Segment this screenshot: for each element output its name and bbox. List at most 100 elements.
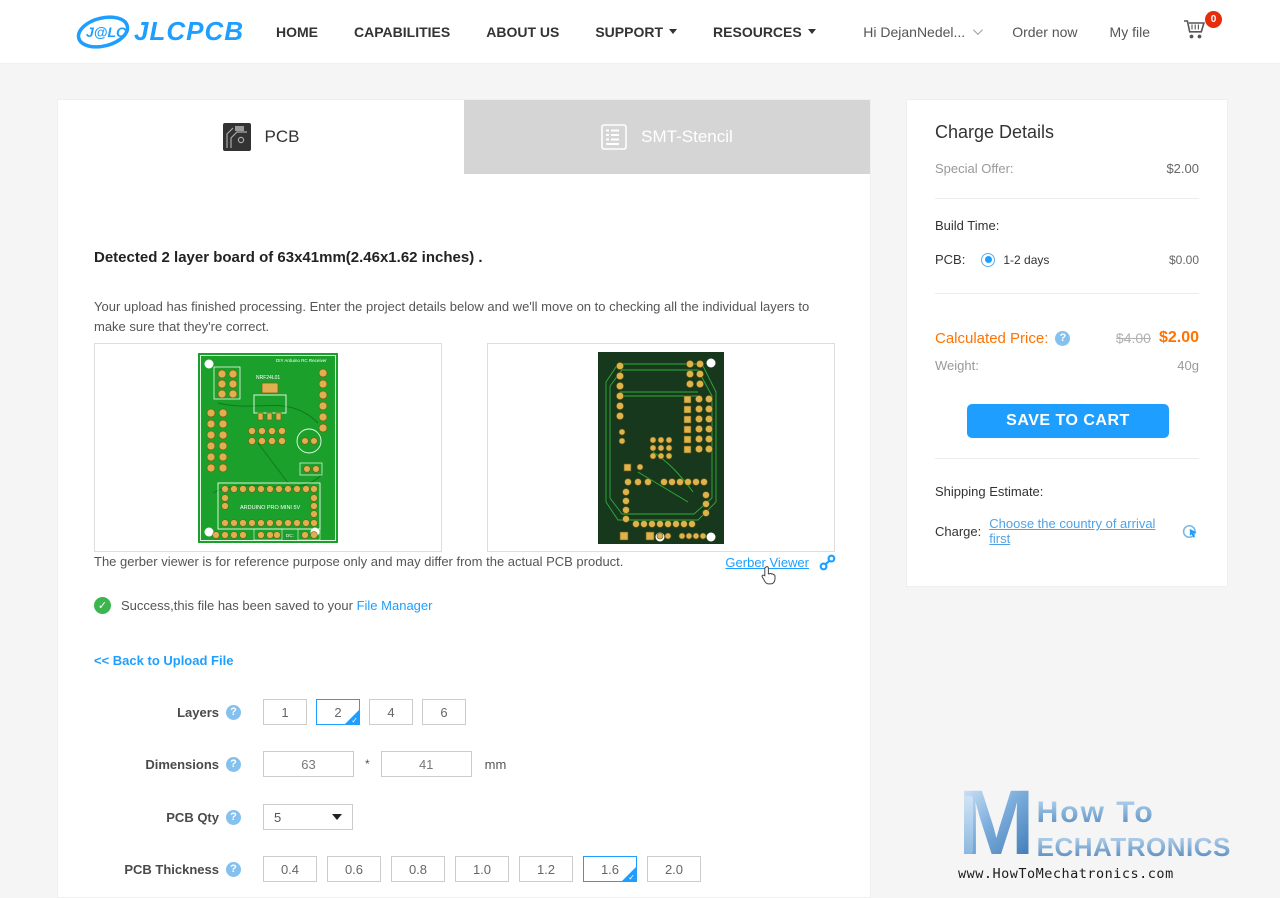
save-to-cart-button[interactable]: SAVE TO CART [967, 404, 1169, 438]
pcb-qty-value: 5 [274, 810, 281, 825]
layers-option-1[interactable]: 1 [263, 699, 307, 725]
watermark-line2: ECHATRONICS [1037, 832, 1231, 863]
tab-smt-stencil[interactable]: SMT-Stencil [464, 100, 870, 174]
thickness-option-0.4[interactable]: 0.4 [263, 856, 317, 882]
build-time-row: Build Time: [935, 218, 1199, 233]
pcb-qty-row: PCB Qty 5 [94, 803, 353, 831]
success-text: Success,this file has been saved to your [121, 598, 353, 613]
link-chain-icon[interactable] [819, 554, 836, 571]
nav-resources[interactable]: RESOURCES [713, 24, 816, 40]
thickness-option-1.0[interactable]: 1.0 [455, 856, 509, 882]
gerber-note-row: The gerber viewer is for reference purpo… [94, 554, 836, 571]
shipping-charge-row: Charge: Choose the country of arrival fi… [935, 516, 1199, 546]
special-offer-row: Special Offer: $2.00 [935, 161, 1199, 176]
new-price: $2.00 [1159, 329, 1199, 347]
divider [935, 293, 1199, 294]
build-time-radio-selected[interactable] [981, 253, 995, 267]
charge-details-panel: Charge Details Special Offer: $2.00 Buil… [906, 99, 1228, 587]
question-icon[interactable] [226, 810, 241, 825]
dimensions-label: Dimensions [145, 757, 219, 772]
gerber-note: The gerber viewer is for reference purpo… [94, 554, 623, 569]
dropdown-caret-icon [332, 814, 342, 820]
my-file-link[interactable]: My file [1110, 24, 1150, 40]
svg-text:J@LC: J@LC [86, 24, 127, 40]
svg-text:DIY Arduino RC Receiver: DIY Arduino RC Receiver [276, 358, 327, 363]
globe-cursor-icon [1182, 523, 1199, 540]
tab-pcb-label: PCB [265, 127, 300, 147]
pcb-back-preview [487, 343, 835, 552]
thickness-option-2.0[interactable]: 2.0 [647, 856, 701, 882]
question-icon[interactable] [1055, 331, 1070, 346]
divider [935, 458, 1199, 459]
file-manager-link[interactable]: File Manager [357, 598, 433, 613]
build-time-option: 1-2 days [1003, 253, 1049, 267]
dimensions-separator: * [365, 757, 370, 771]
svg-text:ARDUINO PRO MINI 5V: ARDUINO PRO MINI 5V [240, 505, 301, 511]
dimension-width-input[interactable] [263, 751, 354, 777]
pcb-tab-icon [223, 123, 251, 151]
smt-stencil-icon [601, 124, 627, 150]
layers-option-2-selected[interactable]: 2 [316, 699, 360, 725]
old-price: $4.00 [1116, 330, 1151, 346]
layers-option-4[interactable]: 4 [369, 699, 413, 725]
layers-label: Layers [177, 705, 219, 720]
pcb-qty-select[interactable]: 5 [263, 804, 353, 830]
detected-board-heading: Detected 2 layer board of 63x41mm(2.46x1… [94, 249, 483, 266]
header-right: Hi DejanNedel... Order now My file 0 [863, 18, 1216, 45]
layers-option-6[interactable]: 6 [422, 699, 466, 725]
success-check-icon: ✓ [94, 597, 111, 614]
nav-support[interactable]: SUPPORT [595, 24, 677, 40]
watermark-piston-decoration [964, 796, 973, 854]
pcb-qty-label: PCB Qty [166, 810, 219, 825]
top-navigation-bar: J@LC JLCPCB HOME CAPABILITIES ABOUT US S… [0, 0, 1280, 64]
watermark-url: www.HowToMechatronics.com [958, 866, 1220, 882]
cart-icon [1182, 18, 1208, 40]
weight-value: 40g [1177, 358, 1199, 373]
pcb-thickness-row: PCB Thickness 0.4 0.6 0.8 1.0 1.2 1.6 2.… [94, 855, 701, 883]
cursor-pointer-icon [761, 566, 776, 585]
pcb-back-image [598, 352, 724, 544]
pcb-build-time-row: PCB: 1-2 days $0.00 [935, 252, 1199, 267]
logo-text: JLCPCB [134, 16, 244, 47]
order-panel: PCB SMT-Stencil Detected 2 layer board o… [57, 99, 871, 898]
user-menu[interactable]: Hi DejanNedel... [863, 24, 980, 40]
question-icon[interactable] [226, 862, 241, 877]
thickness-option-0.6[interactable]: 0.6 [327, 856, 381, 882]
shipping-estimate-label: Shipping Estimate: [935, 484, 1043, 499]
upload-note: Your upload has finished processing. Ent… [94, 297, 836, 337]
question-icon[interactable] [226, 757, 241, 772]
tab-pcb[interactable]: PCB [58, 100, 464, 174]
question-icon[interactable] [226, 705, 241, 720]
choose-country-link[interactable]: Choose the country of arrival first [989, 516, 1177, 546]
divider [935, 198, 1199, 199]
thickness-option-1.6-selected[interactable]: 1.6 [583, 856, 637, 882]
watermark-line1: How To [1037, 796, 1231, 830]
order-now-link[interactable]: Order now [1012, 24, 1077, 40]
nav-capabilities[interactable]: CAPABILITIES [354, 24, 450, 40]
cart-button[interactable]: 0 [1182, 18, 1216, 45]
dimension-height-input[interactable] [381, 751, 472, 777]
chevron-down-icon [669, 29, 677, 34]
jlcpcb-logo[interactable]: J@LC JLCPCB [76, 12, 244, 52]
weight-label: Weight: [935, 358, 979, 373]
page: J@LC JLCPCB HOME CAPABILITIES ABOUT US S… [0, 0, 1280, 898]
nav-home[interactable]: HOME [276, 24, 318, 40]
calculated-price-label: Calculated Price: [935, 330, 1048, 347]
pcb-front-image: DIY Arduino RC Receiver NRF24L01 [198, 353, 338, 543]
pcb-label: PCB: [935, 252, 965, 267]
pcb-front-preview: DIY Arduino RC Receiver NRF24L01 [94, 343, 442, 552]
calculated-price-row: Calculated Price: $4.00 $2.00 [935, 329, 1199, 347]
thickness-option-1.2[interactable]: 1.2 [519, 856, 573, 882]
chevron-down-icon [808, 29, 816, 34]
back-to-upload-link[interactable]: << Back to Upload File [94, 653, 233, 668]
charge-details-title: Charge Details [935, 122, 1054, 143]
special-offer-value: $2.00 [1166, 161, 1199, 176]
success-message: ✓ Success,this file has been saved to yo… [94, 597, 432, 614]
svg-text:NRF24L01: NRF24L01 [256, 375, 280, 381]
pcb-thickness-label: PCB Thickness [124, 862, 219, 877]
cart-badge: 0 [1205, 11, 1222, 28]
product-tabs: PCB SMT-Stencil [58, 100, 870, 174]
thickness-option-0.8[interactable]: 0.8 [391, 856, 445, 882]
svg-text:DC:: DC: [286, 533, 294, 538]
nav-about-us[interactable]: ABOUT US [486, 24, 559, 40]
